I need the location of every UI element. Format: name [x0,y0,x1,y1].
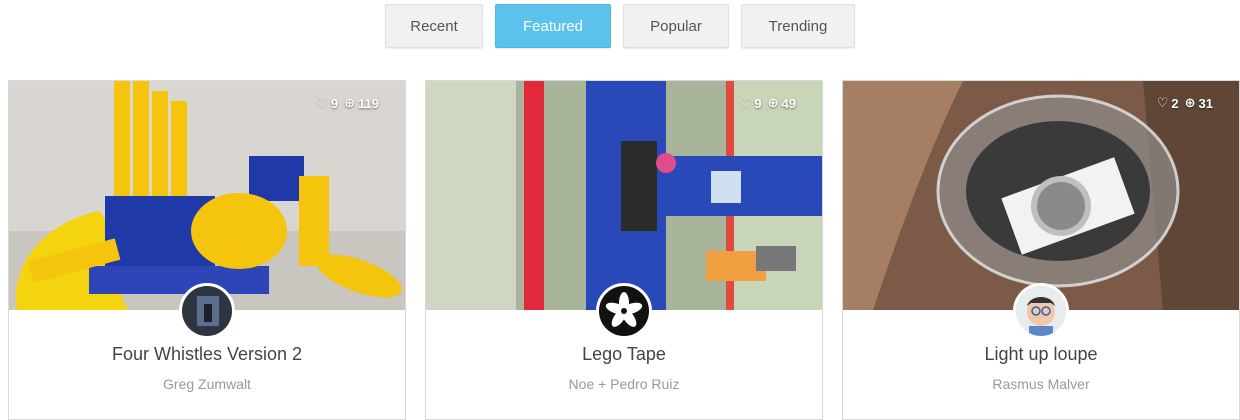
whistles-thumbnail [9,81,405,310]
thing-image[interactable]: ♡ 2 ⊕ 31 [843,81,1239,310]
tab-bar: Recent Featured Popular Trending [0,4,1240,48]
thing-image[interactable]: ♡ 9 ⊕ 119 [9,81,405,310]
download-icon: ⊕ [344,95,356,110]
heart-icon: ♡ [739,95,752,110]
thing-stats: ♡ 2 ⊕ 31 [1157,95,1213,111]
download-value: 49 [781,95,796,111]
thing-card[interactable]: ♡ 2 ⊕ 31 Light up loupe Rasmus Malver [842,80,1240,420]
like-value: 2 [1171,95,1179,111]
tab-featured[interactable]: Featured [495,4,611,48]
tab-recent[interactable]: Recent [385,4,483,48]
thing-author[interactable]: Noe + Pedro Ruiz [426,376,822,392]
like-count[interactable]: ♡ 9 [740,95,762,111]
thing-author[interactable]: Greg Zumwalt [9,376,405,392]
avatar-image [182,286,232,336]
thing-card[interactable]: ♡ 9 ⊕ 49 Lego Tape Noe + Pedro Ruiz [425,80,823,420]
download-count[interactable]: ⊕ 49 [768,95,796,111]
download-value: 119 [358,95,379,111]
download-count[interactable]: ⊕ 31 [1185,95,1213,111]
thing-title[interactable]: Lego Tape [426,344,822,365]
loupe-thumbnail [843,81,1239,310]
thing-author[interactable]: Rasmus Malver [843,376,1239,392]
like-count[interactable]: ♡ 9 [316,95,338,111]
heart-icon: ♡ [1156,95,1169,110]
download-count[interactable]: ⊕ 119 [344,95,379,111]
like-count[interactable]: ♡ 2 [1157,95,1179,111]
download-value: 31 [1198,95,1213,111]
lego-tape-thumbnail [426,81,822,310]
thing-image[interactable]: ♡ 9 ⊕ 49 [426,81,822,310]
adafruit-flower-icon [599,286,649,336]
thing-stats: ♡ 9 ⊕ 49 [740,95,796,111]
tab-popular[interactable]: Popular [623,4,729,48]
thing-title[interactable]: Four Whistles Version 2 [9,344,405,365]
thing-stats: ♡ 9 ⊕ 119 [316,95,379,111]
avatar-image [1016,286,1066,336]
download-icon: ⊕ [767,95,779,110]
like-value: 9 [330,95,339,111]
like-value: 9 [754,95,762,111]
download-icon: ⊕ [1184,95,1196,110]
thing-card[interactable]: ♡ 9 ⊕ 119 Four Whistles Version 2 Greg Z… [8,80,406,420]
heart-icon: ♡ [316,95,328,110]
avatar[interactable] [1013,283,1069,339]
thing-title[interactable]: Light up loupe [843,344,1239,365]
tab-trending[interactable]: Trending [741,4,855,48]
avatar[interactable] [179,283,235,339]
avatar[interactable] [596,283,652,339]
